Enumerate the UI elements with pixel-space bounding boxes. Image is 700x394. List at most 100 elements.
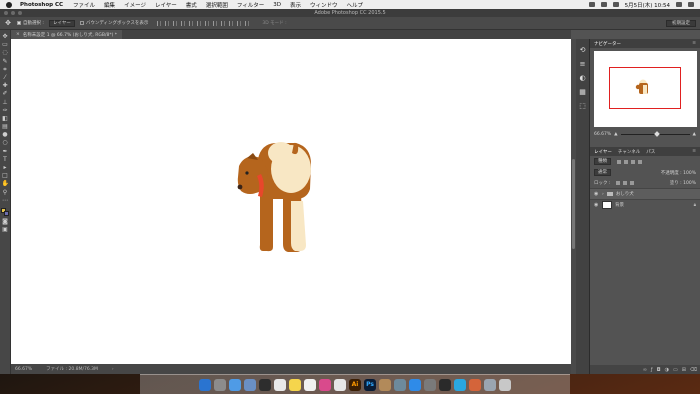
- downloads-icon[interactable]: [484, 378, 496, 391]
- type-filter-icon[interactable]: [631, 159, 635, 164]
- menu-image[interactable]: イメージ: [124, 1, 146, 9]
- menu-view[interactable]: 表示: [290, 1, 301, 9]
- photoshop-icon[interactable]: Ps: [364, 378, 376, 391]
- app-store-icon[interactable]: [409, 378, 421, 391]
- quick-select-tool-icon[interactable]: ✎: [2, 58, 9, 65]
- distribute-icon[interactable]: [229, 20, 234, 26]
- trash-icon[interactable]: [499, 378, 511, 391]
- align-icon[interactable]: [197, 20, 202, 26]
- tab-channels[interactable]: チャンネル: [618, 149, 640, 155]
- navigator-zoom-value[interactable]: 66.67%: [594, 132, 611, 137]
- healing-brush-tool-icon[interactable]: ✚: [2, 83, 9, 89]
- background-color-swatch[interactable]: [4, 210, 9, 216]
- shape-filter-icon[interactable]: [638, 159, 642, 164]
- workspace-dropdown[interactable]: 初期設定: [666, 19, 696, 27]
- menu-3d[interactable]: 3D: [273, 2, 281, 8]
- wifi-icon[interactable]: [588, 2, 595, 7]
- lock-pixels-icon[interactable]: [616, 181, 621, 185]
- hand-tool-icon[interactable]: ✋: [2, 181, 9, 187]
- styles-panel-icon[interactable]: ⬚: [579, 103, 586, 110]
- color-swatches[interactable]: [1, 207, 9, 217]
- tab-navigator[interactable]: ナビゲーター: [594, 41, 621, 47]
- path-select-tool-icon[interactable]: ▸: [2, 165, 9, 171]
- navigator-view-box[interactable]: [609, 67, 681, 109]
- tab-paths[interactable]: パス: [646, 149, 655, 155]
- apple-icon[interactable]: [6, 1, 12, 8]
- scrollbar-thumb[interactable]: [572, 159, 575, 249]
- notification-icon[interactable]: [688, 2, 694, 7]
- gradient-tool-icon[interactable]: ▤: [2, 124, 9, 130]
- launchpad-icon[interactable]: [214, 378, 226, 391]
- adjustment-layer-icon[interactable]: ◑: [665, 367, 669, 373]
- move-tool-icon[interactable]: ✥: [2, 34, 9, 40]
- zoom-tool-icon[interactable]: ⚲: [2, 189, 9, 196]
- finder-icon[interactable]: [199, 378, 211, 391]
- adjustment-filter-icon[interactable]: [624, 159, 628, 164]
- app-icon[interactable]: [259, 378, 271, 391]
- distribute-icon[interactable]: [237, 20, 242, 26]
- app-icon[interactable]: [379, 378, 391, 391]
- menu-file[interactable]: ファイル: [73, 1, 95, 9]
- app-menu[interactable]: Photoshop CC: [20, 2, 63, 8]
- mask-icon[interactable]: ◘: [657, 367, 661, 373]
- blur-tool-icon[interactable]: ●: [2, 132, 9, 138]
- layer-row[interactable]: ◉ 背景 🔒︎: [590, 199, 700, 210]
- type-tool-icon[interactable]: T: [2, 156, 9, 163]
- auto-select-dropdown[interactable]: レイヤー: [48, 19, 75, 27]
- properties-panel-icon[interactable]: ≡: [579, 61, 586, 68]
- eyedropper-tool-icon[interactable]: ⁄: [2, 74, 9, 81]
- align-icon[interactable]: [157, 20, 162, 26]
- status-menu-arrow-icon[interactable]: ›: [112, 367, 114, 372]
- bounding-box-checkbox[interactable]: バウンディングボックスを表示: [79, 20, 148, 26]
- crop-tool-icon[interactable]: ⌗: [2, 66, 9, 73]
- link-layers-icon[interactable]: ∞: [643, 367, 647, 373]
- zoom-readout[interactable]: 66.67%: [15, 367, 32, 372]
- marquee-tool-icon[interactable]: ▭: [2, 42, 9, 48]
- panel-menu-icon[interactable]: ≡: [692, 41, 696, 46]
- lasso-tool-icon[interactable]: ◌: [2, 50, 9, 56]
- align-icon[interactable]: [189, 20, 194, 26]
- libraries-panel-icon[interactable]: ▦: [579, 89, 586, 96]
- zoom-in-icon[interactable]: ▲: [693, 132, 696, 137]
- distribute-icon[interactable]: [245, 20, 250, 26]
- calendar-icon[interactable]: [274, 378, 286, 391]
- minimize-window-button[interactable]: [11, 11, 15, 15]
- zoom-slider-knob[interactable]: [654, 131, 660, 137]
- quick-mask-icon[interactable]: ◙: [2, 219, 9, 225]
- lock-all-icon[interactable]: [630, 181, 635, 185]
- menu-window[interactable]: ウィンドウ: [310, 1, 338, 9]
- pen-tool-icon[interactable]: ✒: [2, 148, 9, 155]
- lock-position-icon[interactable]: [623, 181, 628, 185]
- reminders-icon[interactable]: [304, 378, 316, 391]
- distribute-icon[interactable]: [205, 20, 210, 26]
- mail-icon[interactable]: [244, 378, 256, 391]
- brush-tool-icon[interactable]: ✐: [2, 91, 9, 97]
- align-icon[interactable]: [165, 20, 170, 26]
- app-icon[interactable]: [439, 378, 451, 391]
- trash-icon[interactable]: ⌫: [690, 367, 697, 373]
- shape-tool-icon[interactable]: □: [2, 173, 9, 179]
- more-tools-icon[interactable]: ⋯: [2, 197, 9, 204]
- layer-kind-filter[interactable]: 種類: [594, 158, 611, 165]
- adjustments-panel-icon[interactable]: ◐: [579, 75, 586, 82]
- stamp-tool-icon[interactable]: ⊥: [2, 99, 9, 106]
- navigator-preview[interactable]: [594, 51, 697, 127]
- app-icon[interactable]: [454, 378, 466, 391]
- itunes-icon[interactable]: [319, 378, 331, 391]
- distribute-icon[interactable]: [221, 20, 226, 26]
- zoom-out-icon[interactable]: ▲: [614, 132, 617, 137]
- notes-icon[interactable]: [289, 378, 301, 391]
- system-preferences-icon[interactable]: [424, 378, 436, 391]
- app-icon[interactable]: [394, 378, 406, 391]
- illustrator-icon[interactable]: Ai: [349, 378, 361, 391]
- zoom-window-button[interactable]: [18, 11, 22, 15]
- dodge-tool-icon[interactable]: ○: [2, 140, 9, 146]
- battery-icon[interactable]: [612, 2, 619, 7]
- tab-layers[interactable]: レイヤー: [594, 149, 612, 155]
- menu-type[interactable]: 書式: [186, 1, 197, 9]
- move-tool-icon[interactable]: ✥: [4, 19, 12, 27]
- menu-layer[interactable]: レイヤー: [155, 1, 177, 9]
- fill-field[interactable]: 塗り : 100%: [670, 180, 696, 186]
- close-window-button[interactable]: [4, 11, 8, 15]
- auto-select-checkbox[interactable]: 自動選択 :: [17, 20, 44, 26]
